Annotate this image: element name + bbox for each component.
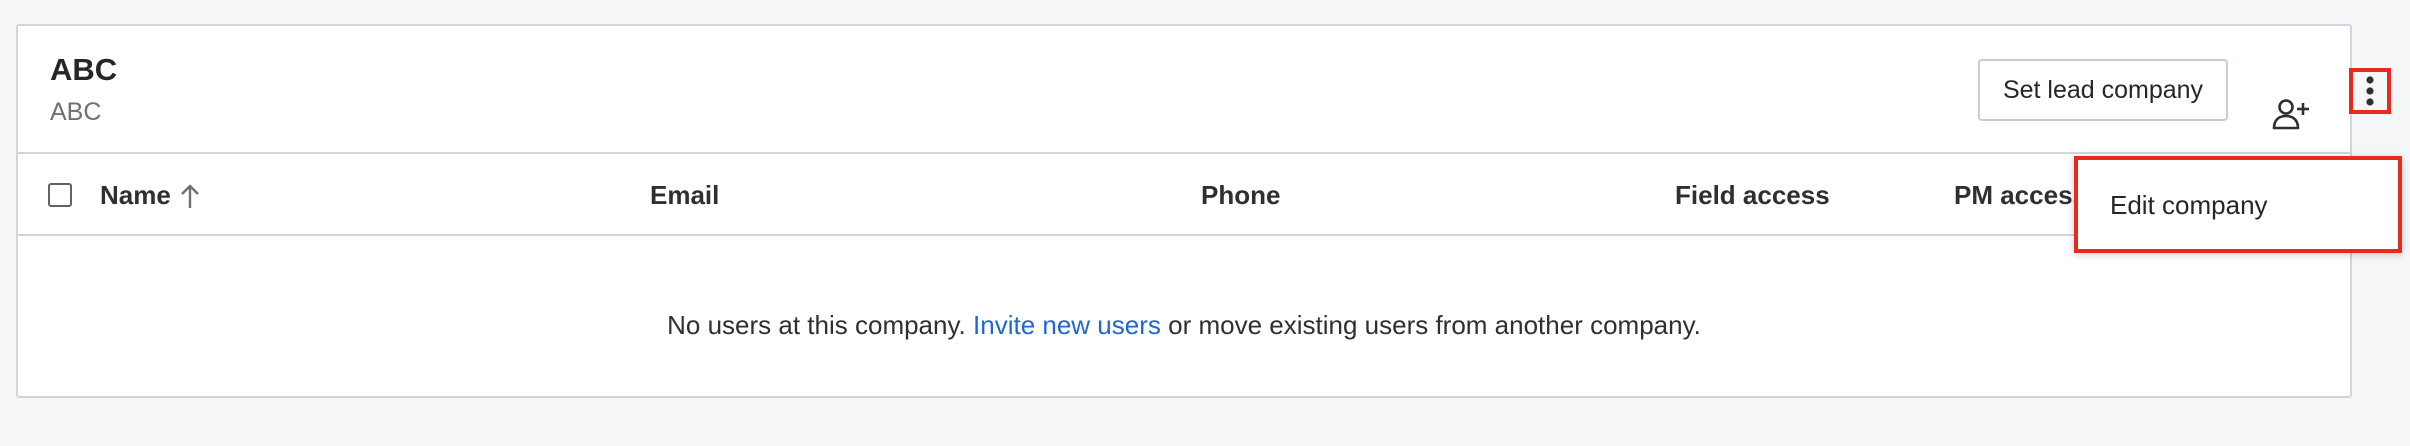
user-plus-icon [2272, 99, 2309, 130]
arrow-up-icon [181, 184, 199, 208]
empty-state-text-after: or move existing users from another comp… [1168, 310, 1701, 340]
invite-new-users-link[interactable]: Invite new users [973, 310, 1161, 340]
column-header-field-access[interactable]: Field access [1675, 180, 1830, 211]
add-user-button[interactable] [2270, 92, 2314, 136]
select-all-checkbox[interactable] [48, 183, 72, 207]
menu-item-edit-company[interactable]: Edit company [2110, 190, 2268, 221]
company-name: ABC [50, 52, 118, 87]
kebab-vertical-icon [2366, 76, 2374, 106]
company-subtitle: ABC [50, 98, 102, 126]
empty-state-text-before: No users at this company. [667, 310, 966, 340]
more-options-menu: Edit company [2074, 156, 2402, 253]
more-options-button[interactable] [2349, 68, 2391, 114]
company-header: ABC ABC Set lead company [18, 26, 2391, 154]
column-header-phone[interactable]: Phone [1201, 180, 1280, 211]
empty-state-message: No users at this company. Invite new use… [18, 310, 2350, 341]
company-card: ABC ABC Set lead company Name Email Phon… [16, 24, 2402, 398]
column-header-name[interactable]: Name [100, 180, 171, 211]
set-lead-company-button[interactable]: Set lead company [1978, 59, 2228, 121]
column-header-email[interactable]: Email [650, 180, 719, 211]
table-header-row: Name Email Phone Field access PM access [18, 154, 2350, 236]
column-header-pm-access[interactable]: PM access [1954, 180, 2087, 211]
